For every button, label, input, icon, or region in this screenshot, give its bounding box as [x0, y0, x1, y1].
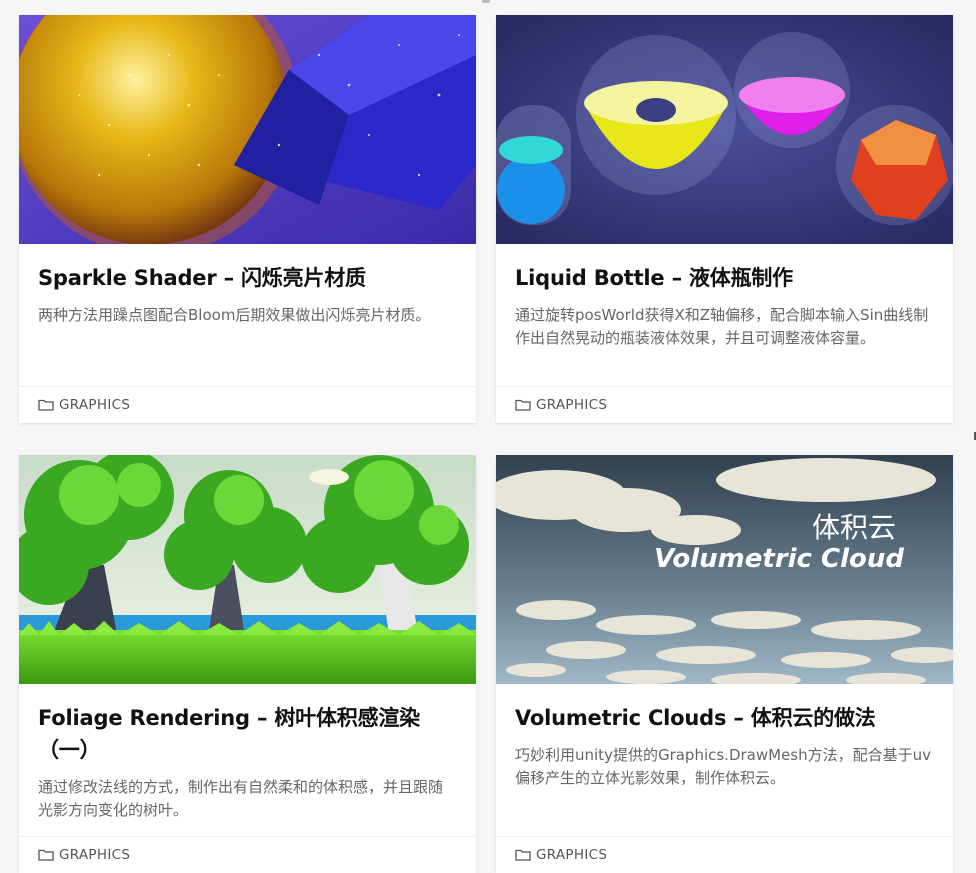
post-category[interactable]: GRAPHICS — [496, 386, 953, 423]
liquid-bottles-image[interactable] — [496, 15, 953, 244]
category-label[interactable]: GRAPHICS — [59, 847, 130, 863]
stylized-trees-image[interactable] — [19, 455, 476, 684]
post-category[interactable]: GRAPHICS — [19, 386, 476, 423]
post-card-foliage-rendering[interactable]: Foliage Rendering – 树叶体积感渲染（一） 通过修改法线的方式… — [19, 455, 476, 873]
post-description: 两种方法用躁点图配合Bloom后期效果做出闪烁亮片材质。 — [38, 306, 431, 324]
post-card-sparkle-shader[interactable]: Sparkle Shader – 闪烁亮片材质 两种方法用躁点图配合Bloom后… — [19, 15, 476, 423]
volumetric-cloud-image[interactable]: 体积云 Volumetric Cloud — [496, 455, 953, 684]
post-description: 通过修改法线的方式，制作出有自然柔和的体积感，并且跟随光影方向变化的树叶。 — [38, 778, 444, 819]
post-description: 巧妙利用unity提供的Graphics.DrawMesh方法，配合基于uv偏移… — [515, 746, 932, 787]
scroll-indicator — [482, 0, 490, 3]
post-category[interactable]: GRAPHICS — [19, 836, 476, 873]
post-description: 通过旋转posWorld获得X和Z轴偏移，配合脚本输入Sin曲线制作出自然晃动的… — [515, 306, 929, 347]
cloud-title-cn: 体积云 — [812, 511, 896, 544]
cloud-title-en: Volumetric Cloud — [654, 544, 904, 574]
post-category[interactable]: GRAPHICS — [496, 836, 953, 873]
folder-icon — [38, 399, 54, 411]
post-card-volumetric-clouds[interactable]: 体积云 Volumetric Cloud Volumetric Clouds –… — [496, 455, 953, 873]
category-label[interactable]: GRAPHICS — [59, 397, 130, 413]
post-title[interactable]: Liquid Bottle – 液体瓶制作 — [515, 262, 934, 294]
category-label[interactable]: GRAPHICS — [536, 847, 607, 863]
post-card-liquid-bottle[interactable]: Liquid Bottle – 液体瓶制作 通过旋转posWorld获得X和Z轴… — [496, 15, 953, 423]
folder-icon — [515, 399, 531, 411]
sparkle-sphere-cube-image[interactable] — [19, 15, 476, 244]
folder-icon — [38, 849, 54, 861]
post-title[interactable]: Foliage Rendering – 树叶体积感渲染（一） — [38, 702, 457, 766]
category-label[interactable]: GRAPHICS — [536, 397, 607, 413]
post-title[interactable]: Sparkle Shader – 闪烁亮片材质 — [38, 262, 457, 294]
post-title[interactable]: Volumetric Clouds – 体积云的做法 — [515, 702, 934, 734]
folder-icon — [515, 849, 531, 861]
